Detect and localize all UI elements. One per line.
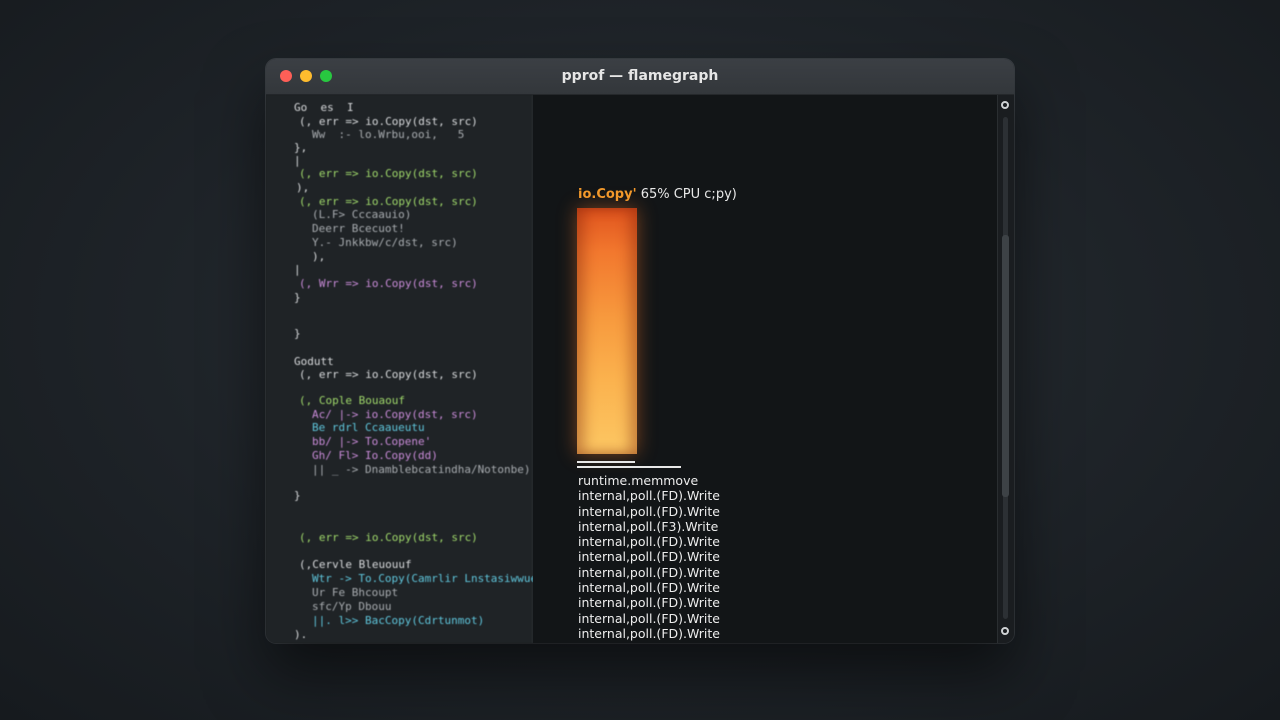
code-line: (, err => io.Copy(dst, src) bbox=[299, 531, 478, 544]
stack-frame[interactable]: internal,poll.(FD).Write bbox=[578, 504, 720, 519]
stack-frame[interactable]: internal,poll.(FD).Write bbox=[578, 611, 720, 626]
code-line: Wtr -> To.Copy(Camrlir Lnstasiwwuenc) bbox=[312, 572, 558, 585]
flamegraph-pane[interactable]: io.Copy' 65% CPU c;py) runtime.memmove in… bbox=[533, 95, 998, 643]
code-line: } bbox=[294, 327, 301, 340]
stack-frame[interactable]: internal,poll.(FD).Write bbox=[578, 488, 720, 503]
code-line: ). bbox=[294, 628, 308, 641]
code-line: Godutt bbox=[294, 355, 334, 368]
stack-frame[interactable]: runtime.memmove bbox=[578, 473, 720, 488]
vertical-scrollbar[interactable] bbox=[997, 95, 1014, 643]
flame-function-name: io.Copy' bbox=[578, 187, 637, 202]
flame-bar-io-copy[interactable] bbox=[577, 208, 637, 454]
stack-frame[interactable]: internal,poll.(F3).Write bbox=[578, 519, 720, 534]
code-line: Deerr Bcecuot! bbox=[312, 222, 405, 235]
code-line: | bbox=[294, 263, 301, 276]
code-line: }, bbox=[294, 141, 308, 154]
stack-frame[interactable]: internal,poll.(FD).Write bbox=[578, 549, 720, 564]
code-line: Gh/ Fl> Io.Copy(dd) bbox=[312, 449, 438, 462]
frame-divider bbox=[577, 466, 681, 468]
source-code-pane[interactable]: Go es I (, err => io.Copy(dst, src) Ww :- … bbox=[266, 95, 557, 643]
code-line: (,Cervle Bleuouuf bbox=[299, 558, 412, 571]
code-line: (, Cople Bouaouf bbox=[299, 394, 405, 407]
title-bar[interactable]: pprof — flamegraph bbox=[266, 59, 1014, 95]
stack-frame-list: runtime.memmove internal,poll.(FD).Write i… bbox=[578, 473, 720, 643]
code-line: (L.F> Cccaauio) bbox=[312, 208, 412, 221]
code-line: (, err => io.Copy(dst, src) bbox=[299, 167, 478, 180]
stack-frame[interactable]: internal,poll.(FD).Write bbox=[578, 534, 720, 549]
frame-divider bbox=[577, 461, 635, 463]
code-line: ||. l>> BacCopy(Cdrtunmot) bbox=[312, 614, 485, 627]
code-line: bb/ |-> To.Copene' bbox=[312, 435, 432, 448]
code-line: Be rdrl Ccaaueutu bbox=[312, 421, 425, 434]
stack-frame[interactable]: internal,poll.(FD).Write bbox=[578, 580, 720, 595]
flame-hover-label: io.Copy' 65% CPU c;py) bbox=[578, 187, 737, 202]
stack-frame[interactable]: internal,poll.(FD).Write bbox=[578, 626, 720, 641]
code-line: Ac/ |-> io.Copy(dst, src) bbox=[312, 408, 478, 421]
code-line: (, Wrr => io.Copy(dst, src) bbox=[299, 277, 478, 290]
code-line: ), bbox=[312, 250, 326, 263]
flame-cpu-text: 65% CPU c;py) bbox=[636, 187, 737, 202]
scroll-up-icon[interactable] bbox=[1001, 101, 1009, 109]
code-line: Ur Fe Bhcoupt bbox=[312, 586, 399, 599]
code-line: (, err => io.Copy(dst, src) bbox=[299, 195, 478, 208]
code-line: (, err => io.Copy(dst, src) bbox=[299, 368, 478, 381]
stack-frame[interactable]: user-moode (FB).Write bbox=[578, 641, 720, 643]
pprof-window: pprof — flamegraph Go es I (, err => io.C… bbox=[266, 59, 1014, 643]
code-line: ), bbox=[296, 181, 310, 194]
code-line: | bbox=[294, 154, 301, 167]
scroll-down-icon[interactable] bbox=[1001, 627, 1009, 635]
scroll-thumb[interactable] bbox=[1002, 235, 1009, 497]
code-line: sfc/Yp Dbouu bbox=[312, 600, 392, 613]
window-title: pprof — flamegraph bbox=[561, 68, 719, 84]
code-line: Y.- Jnkkbw/c/dst, src) bbox=[312, 236, 458, 249]
code-line: } bbox=[294, 489, 301, 502]
stack-frame[interactable]: internal,poll.(FD).Write bbox=[578, 565, 720, 580]
code-line: (, err => io.Copy(dst, src) bbox=[299, 115, 478, 128]
code-line: || _ -> Dnamblebcatindha/Notonbe) bbox=[312, 463, 531, 476]
stack-frame[interactable]: internal,poll.(FD).Write bbox=[578, 595, 720, 610]
code-line: Ww :- lo.Wrbu,ooi, 5 bbox=[312, 128, 465, 141]
code-line: Go es I bbox=[294, 101, 354, 114]
code-line: } bbox=[294, 291, 301, 304]
